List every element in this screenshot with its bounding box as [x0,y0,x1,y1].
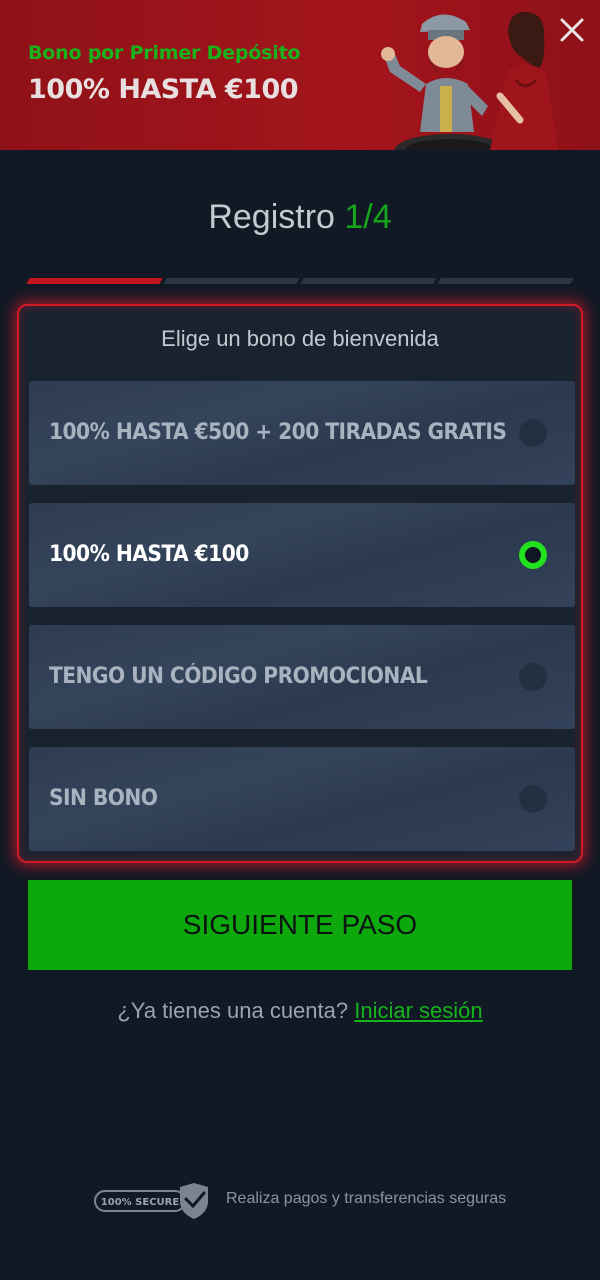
registration-title-text: Registro [208,198,335,236]
registration-step: 1/4 [344,198,392,236]
login-prompt-text: ¿Ya tienes una cuenta? [117,998,349,1023]
bonus-option-label: TENGO UN CÓDIGO PROMOCIONAL [49,664,428,689]
secure-badge-text: 100% SECURE [101,1197,180,1208]
login-link[interactable]: Iniciar sesión [354,998,482,1023]
banner-subtitle: Bono por Primer Depósito [28,42,301,64]
progress-segment-3 [300,278,437,284]
secure-payments-text: Realiza pagos y transferencias seguras [226,1190,507,1207]
bonus-selection-panel: Elige un bono de bienvenida 100% HASTA €… [17,304,583,863]
radio-selected-icon[interactable] [519,541,547,569]
bonus-option-label: 100% HASTA €500 + 200 TIRADAS GRATIS [49,420,507,445]
login-prompt: ¿Ya tienes una cuenta? Iniciar sesión [0,998,600,1024]
bonus-option-label: 100% HASTA €100 [49,542,249,567]
radio-icon[interactable] [519,663,547,691]
banner-title: 100% HASTA €100 [28,74,299,105]
bonus-option-promo-code[interactable]: TENGO UN CÓDIGO PROMOCIONAL [29,625,575,729]
close-icon[interactable] [556,14,588,46]
bonus-option-100[interactable]: 100% HASTA €100 [29,503,575,607]
registration-title: Registro 1/4 [0,198,600,237]
progress-segment-4 [437,278,574,284]
promo-banner[interactable]: Bono por Primer Depósito 100% HASTA €100 [0,0,600,150]
next-step-button[interactable]: SIGUIENTE PASO [28,880,572,970]
progress-segment-2 [163,278,300,284]
radio-icon[interactable] [519,419,547,447]
bonus-option-500[interactable]: 100% HASTA €500 + 200 TIRADAS GRATIS [29,381,575,485]
banner-characters-illustration [381,11,558,150]
radio-icon[interactable] [519,785,547,813]
bonus-option-label: SIN BONO [49,786,158,811]
progress-segment-1 [26,278,163,284]
bonus-panel-heading: Elige un bono de bienvenida [161,326,439,351]
secure-shield-icon: 100% SECURE [94,1183,208,1219]
bonus-option-no-bonus[interactable]: SIN BONO [29,747,575,851]
step-progress-bar [26,278,574,284]
